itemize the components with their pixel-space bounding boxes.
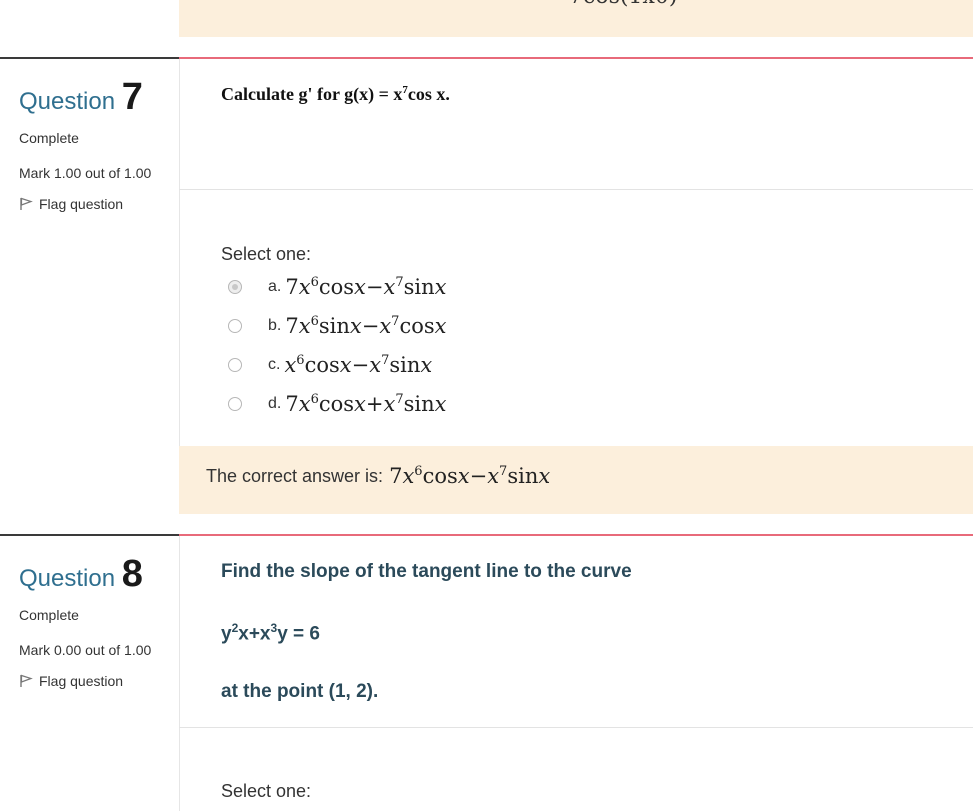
- question-7-state: Complete: [19, 130, 79, 146]
- question-7-number: 7: [121, 76, 143, 118]
- question-8-content-border: [179, 534, 973, 536]
- question-7-flag-button[interactable]: Flag question: [19, 196, 169, 212]
- question-7-option-b[interactable]: b. 7x6sinx−x7cosx: [228, 314, 446, 338]
- question-8-flag-button[interactable]: Flag question: [19, 673, 169, 689]
- flag-icon: [20, 674, 33, 687]
- question-7-feedback: The correct answer is: 7x6cosx−x7sinx: [179, 446, 973, 514]
- radio-option-a[interactable]: [228, 280, 242, 294]
- question-7-divider: [179, 189, 973, 190]
- option-a-math: 7x6cosx−x7sinx: [285, 275, 447, 299]
- question-7-content-border: [179, 57, 973, 59]
- radio-option-d[interactable]: [228, 397, 242, 411]
- question-8-equation: y2x+x3y = 6: [221, 621, 320, 645]
- question-8-info-border: [0, 534, 179, 536]
- radio-option-c[interactable]: [228, 358, 242, 372]
- option-d-math: 7x6cosx+x7sinx: [285, 392, 447, 416]
- question-8-state: Complete: [19, 607, 79, 623]
- question-7-option-d[interactable]: d. 7x6cosx+x7sinx: [228, 392, 446, 416]
- question-8-info: Question 8 Complete Mark 0.00 out of 1.0…: [19, 555, 169, 689]
- previous-feedback-math: 7cos(1x0): [569, 0, 677, 9]
- question-8-mark: Mark 0.00 out of 1.00: [19, 642, 152, 658]
- question-7-select-one-label: Select one:: [221, 244, 312, 264]
- radio-option-b[interactable]: [228, 319, 242, 333]
- flag-question-label: Flag question: [39, 673, 124, 689]
- question-7-option-c[interactable]: c. x6cosx−x7sinx: [228, 353, 432, 377]
- flag-question-label: Flag question: [39, 196, 124, 212]
- correct-answer-math: 7x6cosx−x7sinx: [389, 464, 551, 488]
- option-c-math: x6cosx−x7sinx: [284, 353, 433, 377]
- question-8-text-line-3: at the point (1, 2).: [221, 681, 379, 702]
- option-b-math: 7x6sinx−x7cosx: [285, 314, 447, 338]
- question-7-column-line: [179, 59, 180, 446]
- question-7-info-border: [0, 57, 179, 59]
- previous-feedback-box: 7cos(1x0): [179, 0, 973, 37]
- question-8-title: Question 8: [19, 553, 143, 595]
- question-8-divider: [179, 727, 973, 728]
- question-7-title: Question 7: [19, 76, 143, 118]
- question-8-text-line-1: Find the slope of the tangent line to th…: [221, 561, 632, 582]
- question-7-text: Calculate g' for g(x) = x7cos x.: [221, 84, 450, 104]
- question-8-column-line: [179, 536, 180, 811]
- correct-answer-text: The correct answer is: 7x6cosx−x7sinx: [206, 464, 551, 488]
- question-8-select-one-label: Select one:: [221, 781, 312, 801]
- question-7-option-a[interactable]: a. 7x6cosx−x7sinx: [228, 275, 446, 299]
- question-8-number: 8: [121, 553, 143, 595]
- question-7-mark: Mark 1.00 out of 1.00: [19, 165, 152, 181]
- question-7-info: Question 7 Complete Mark 1.00 out of 1.0…: [19, 78, 169, 212]
- flag-icon: [20, 197, 33, 210]
